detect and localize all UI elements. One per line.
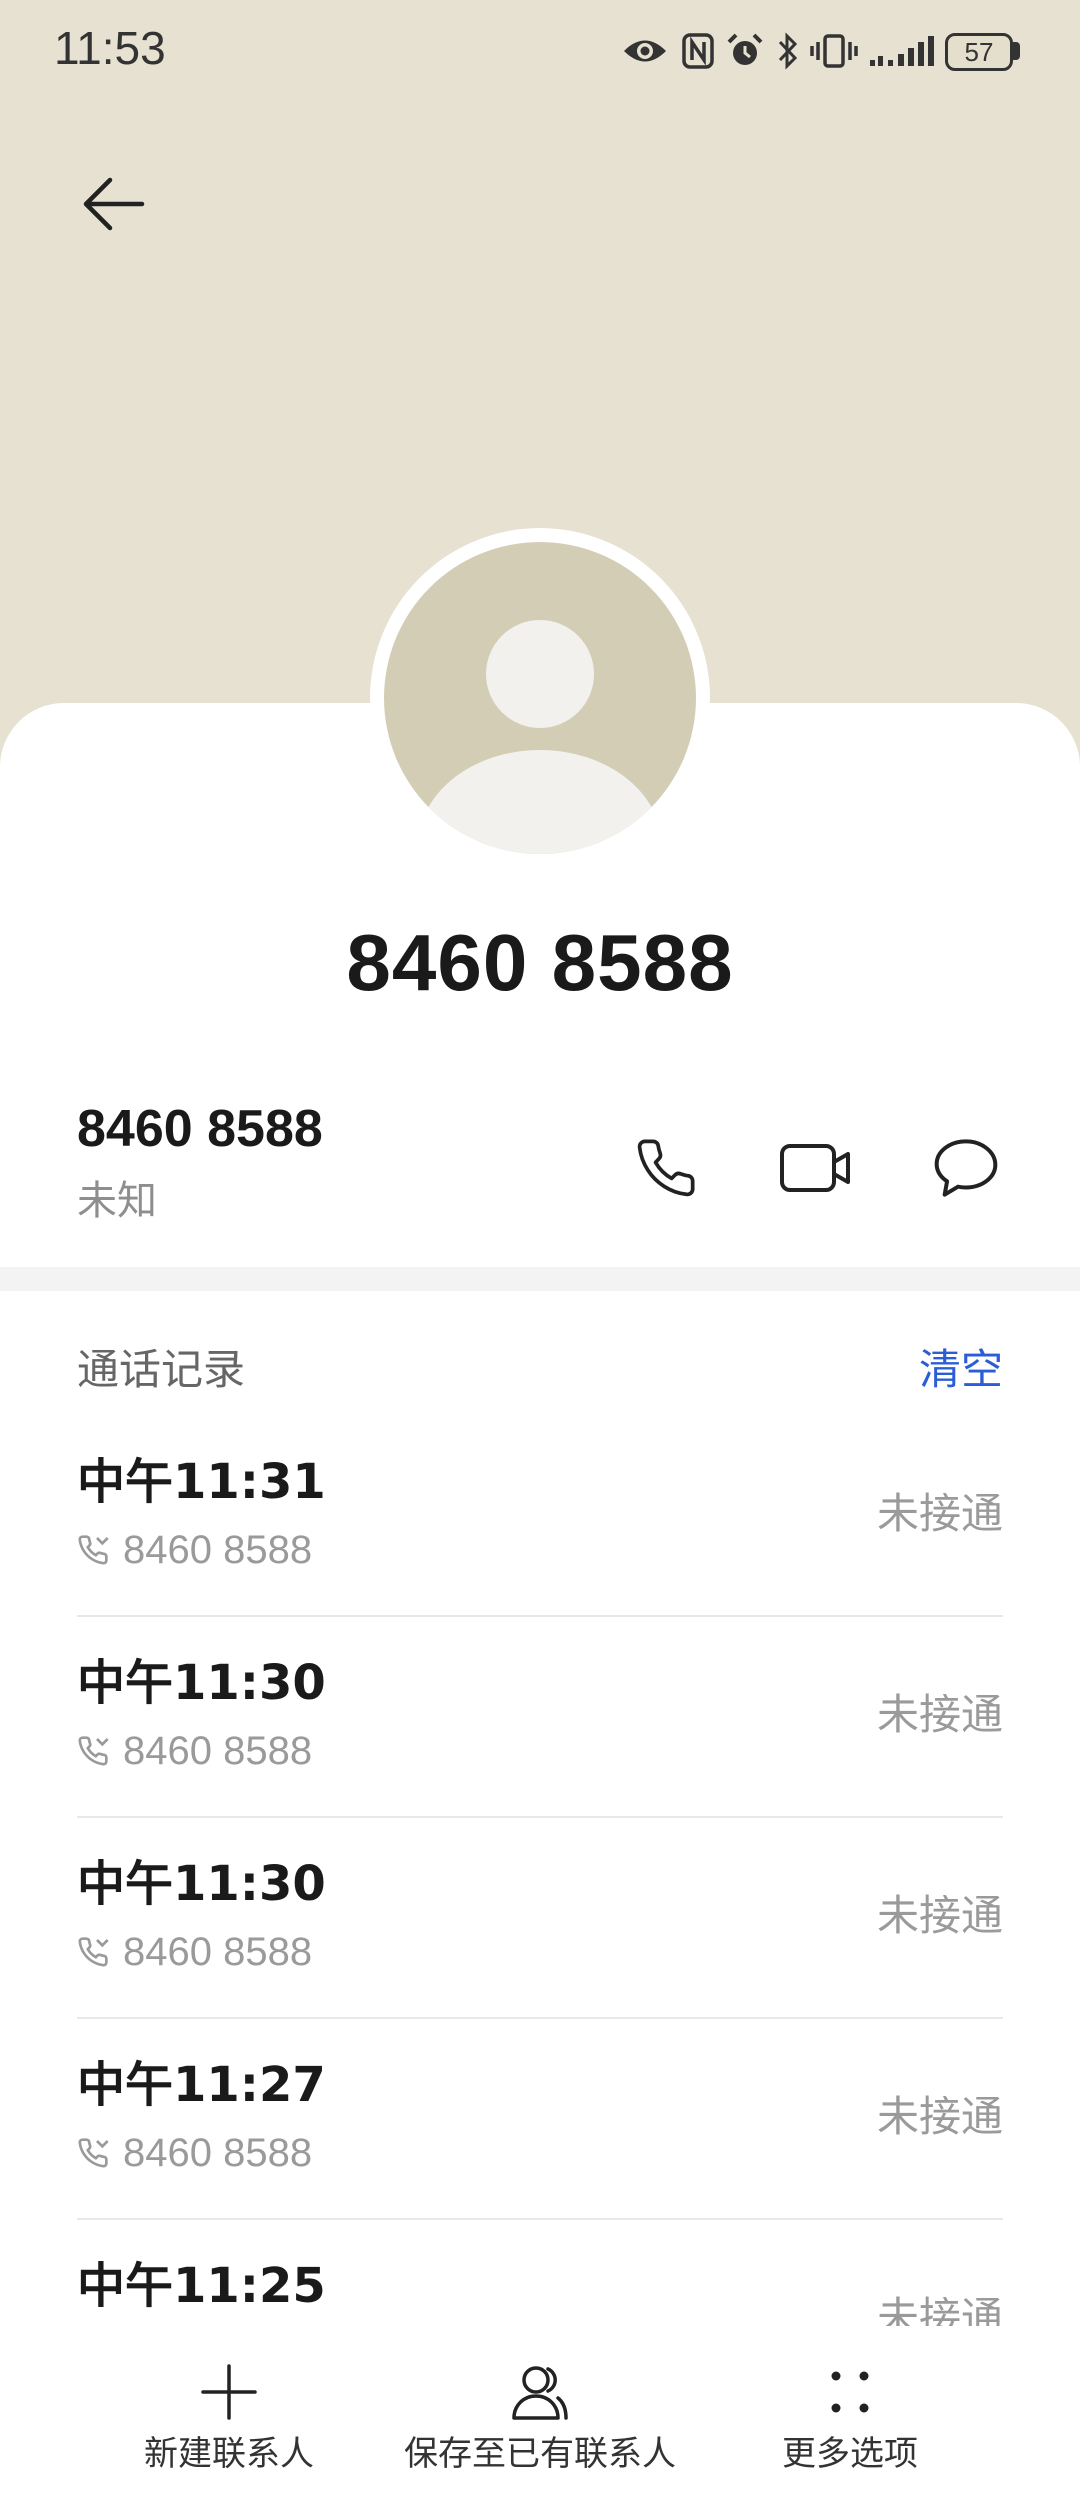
new-contact-button[interactable]: 新建联系人: [49, 2326, 409, 2504]
call-number-line: 8460 8588: [77, 1526, 312, 1574]
call-status: 未接通: [876, 1489, 1003, 1538]
missed-call-icon: [78, 2138, 109, 2168]
call-log-entry[interactable]: 中午11:30 8460 8588 未接通: [77, 1818, 1003, 2019]
call-number: 8460 8588: [123, 1528, 313, 1572]
bottom-toolbar: 新建联系人 保存至已有联系人 更多选项: [0, 2326, 1080, 2504]
save-to-existing-contact-label: 保存至已有联系人: [404, 2434, 676, 2474]
section-divider: [0, 1267, 1080, 1291]
call-status: 未接通: [876, 2092, 1003, 2141]
phone-icon: [637, 1139, 695, 1197]
signal-icon: [870, 36, 934, 66]
call-number-line: 8460 8588: [77, 1928, 312, 1976]
call-number: 8460 8588: [123, 1729, 313, 1773]
call-time: 中午11:25: [77, 2258, 326, 2314]
call-log-entry[interactable]: 中午11:31 8460 8588 未接通: [77, 1416, 1003, 1617]
missed-call-icon: [78, 1535, 109, 1565]
call-number-line: 8460 8588: [77, 1727, 312, 1775]
back-arrow-icon: [83, 177, 145, 231]
contact-title-number: 8460 8588: [346, 918, 734, 1007]
call-time: 中午11:30: [77, 1856, 326, 1912]
battery-nub: [1013, 42, 1020, 60]
save-to-existing-contact-button[interactable]: 保存至已有联系人: [360, 2326, 720, 2504]
message-icon: [934, 1139, 998, 1197]
call-number-line: 8460 8588: [77, 2129, 312, 2177]
message-button[interactable]: [928, 1132, 1004, 1204]
call-log-entry[interactable]: 中午11:27 8460 8588 未接通: [77, 2019, 1003, 2220]
more-options-button[interactable]: 更多选项: [670, 2326, 1030, 2504]
vibrate-icon: [810, 34, 858, 68]
more-options-label: 更多选项: [782, 2434, 918, 2474]
contact-number: 8460 8588: [77, 1100, 323, 1158]
call-status: 未接通: [876, 1690, 1003, 1739]
status-time: 11:53: [54, 22, 166, 74]
call-time: 中午11:30: [77, 1655, 326, 1711]
nfc-icon: [682, 33, 714, 69]
battery-icon: 57: [945, 33, 1013, 71]
call-number: 8460 8588: [123, 1930, 313, 1974]
add-to-existing-contact-icon: [512, 2366, 568, 2420]
battery-level: 57: [964, 37, 994, 67]
call-time: 中午11:31: [77, 1454, 326, 1510]
person-silhouette-icon: [370, 528, 710, 868]
call-log-title: 通话记录: [77, 1345, 246, 1394]
call-status: 未接通: [876, 1891, 1003, 1940]
number-location: 未知: [77, 1178, 157, 1224]
clear-call-log-button[interactable]: 清空: [919, 1345, 1003, 1395]
missed-call-icon: [78, 1736, 109, 1766]
call-log-entry[interactable]: 中午11:30 8460 8588 未接通: [77, 1617, 1003, 1818]
call-button[interactable]: [628, 1132, 704, 1204]
plus-icon: [201, 2364, 257, 2420]
alarm-icon: [727, 33, 763, 65]
new-contact-label: 新建联系人: [144, 2434, 314, 2474]
call-number: 8460 8588: [123, 2131, 313, 2175]
video-call-icon: [780, 1144, 850, 1192]
back-button[interactable]: [78, 172, 148, 236]
video-call-button[interactable]: [778, 1132, 854, 1204]
avatar: [370, 528, 710, 868]
call-time: 中午11:27: [77, 2057, 326, 2113]
more-icon: [831, 2371, 869, 2413]
bluetooth-icon: [778, 32, 798, 70]
eye-icon: [624, 40, 666, 62]
call-log-entry[interactable]: 中午11:25 未接通: [77, 2220, 1003, 2342]
missed-call-icon: [78, 1937, 109, 1967]
